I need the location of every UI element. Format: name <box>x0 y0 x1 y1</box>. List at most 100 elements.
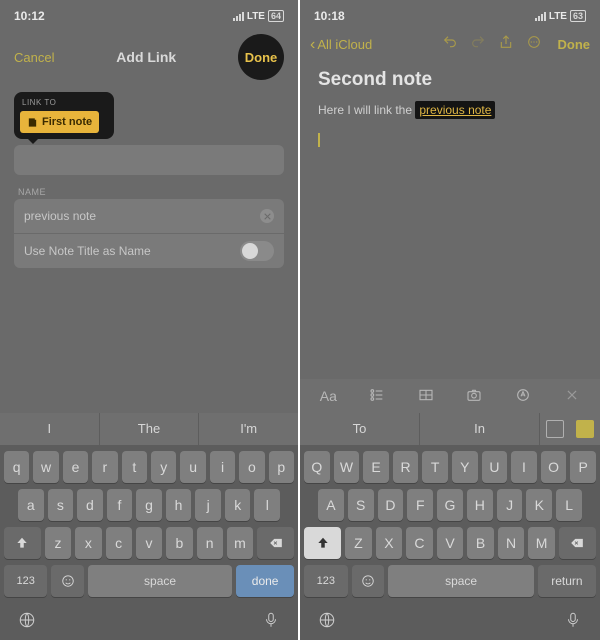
key-h[interactable]: H <box>467 489 493 521</box>
name-field-row[interactable]: previous note <box>14 199 284 233</box>
key-u[interactable]: u <box>180 451 205 483</box>
key-f[interactable]: f <box>107 489 133 521</box>
key-a[interactable]: a <box>18 489 44 521</box>
key-a[interactable]: A <box>318 489 344 521</box>
format-camera-button[interactable] <box>452 387 497 406</box>
key-s[interactable]: S <box>348 489 374 521</box>
shift-key[interactable] <box>4 527 41 559</box>
key-r[interactable]: R <box>393 451 419 483</box>
key-r[interactable]: r <box>92 451 117 483</box>
key-e[interactable]: e <box>63 451 88 483</box>
emoji-key[interactable] <box>51 565 84 597</box>
backspace-key[interactable] <box>257 527 294 559</box>
key-p[interactable]: P <box>570 451 596 483</box>
key-w[interactable]: w <box>33 451 58 483</box>
key-x[interactable]: X <box>376 527 403 559</box>
key-g[interactable]: G <box>437 489 463 521</box>
key-j[interactable]: J <box>497 489 523 521</box>
keyboard: q w e r t y u i o p a s d f g h j k l <box>0 445 298 607</box>
key-q[interactable]: Q <box>304 451 330 483</box>
key-i[interactable]: i <box>210 451 235 483</box>
key-q[interactable]: q <box>4 451 29 483</box>
key-m[interactable]: M <box>528 527 555 559</box>
shift-key[interactable] <box>304 527 341 559</box>
key-m[interactable]: m <box>227 527 253 559</box>
key-k[interactable]: K <box>526 489 552 521</box>
key-j[interactable]: j <box>195 489 221 521</box>
globe-key[interactable] <box>318 611 336 634</box>
format-close-button[interactable] <box>549 388 594 405</box>
key-e[interactable]: E <box>363 451 389 483</box>
use-title-toggle[interactable] <box>240 241 274 261</box>
globe-key[interactable] <box>18 611 36 634</box>
key-w[interactable]: W <box>334 451 360 483</box>
key-u[interactable]: U <box>482 451 508 483</box>
signal-icon <box>233 12 244 21</box>
dictation-key[interactable] <box>262 611 280 634</box>
format-text-button[interactable]: Aa <box>306 388 351 404</box>
key-l[interactable]: L <box>556 489 582 521</box>
key-y[interactable]: y <box>151 451 176 483</box>
format-checklist-button[interactable] <box>355 387 400 406</box>
note-link[interactable]: previous note <box>419 103 491 117</box>
numbers-key[interactable]: 123 <box>4 565 47 597</box>
key-k[interactable]: k <box>225 489 251 521</box>
link-to-field[interactable] <box>14 145 284 175</box>
done-button[interactable]: Done <box>558 37 591 52</box>
key-i[interactable]: I <box>511 451 537 483</box>
suggestion-2[interactable]: In <box>420 413 540 445</box>
dictation-key[interactable] <box>564 611 582 634</box>
key-d[interactable]: D <box>378 489 404 521</box>
emoji-key[interactable] <box>352 565 385 597</box>
space-key[interactable]: space <box>88 565 232 597</box>
space-key[interactable]: space <box>388 565 533 597</box>
keyboard-done-key[interactable]: done <box>236 565 294 597</box>
numbers-key[interactable]: 123 <box>304 565 348 597</box>
cancel-button[interactable]: Cancel <box>14 50 54 65</box>
format-table-button[interactable] <box>403 387 448 406</box>
key-n[interactable]: n <box>197 527 223 559</box>
backspace-key[interactable] <box>559 527 596 559</box>
key-h[interactable]: h <box>166 489 192 521</box>
undo-button[interactable] <box>440 34 460 55</box>
redo-button[interactable] <box>468 34 488 55</box>
carrier-label: LTE <box>247 11 265 22</box>
suggestion-3[interactable]: I'm <box>199 413 298 445</box>
key-v[interactable]: v <box>136 527 162 559</box>
note-body[interactable]: Here I will link the previous note <box>300 101 600 119</box>
key-z[interactable]: z <box>45 527 71 559</box>
key-y[interactable]: Y <box>452 451 478 483</box>
key-g[interactable]: g <box>136 489 162 521</box>
format-markup-button[interactable] <box>501 387 546 406</box>
key-l[interactable]: l <box>254 489 280 521</box>
suggestion-2[interactable]: The <box>100 413 200 445</box>
key-c[interactable]: C <box>406 527 433 559</box>
suggestion-1[interactable]: To <box>300 413 420 445</box>
key-b[interactable]: b <box>166 527 192 559</box>
key-c[interactable]: c <box>106 527 132 559</box>
note-title[interactable]: Second note <box>300 65 600 101</box>
done-button[interactable]: Done <box>238 34 284 80</box>
suggestion-1[interactable]: I <box>0 413 100 445</box>
key-t[interactable]: T <box>422 451 448 483</box>
key-n[interactable]: N <box>498 527 525 559</box>
key-x[interactable]: x <box>75 527 101 559</box>
key-o[interactable]: O <box>541 451 567 483</box>
share-button[interactable] <box>496 34 516 55</box>
key-d[interactable]: d <box>77 489 103 521</box>
key-p[interactable]: p <box>269 451 294 483</box>
suggestion-theme-1[interactable] <box>540 413 570 445</box>
return-key[interactable]: return <box>538 565 596 597</box>
key-z[interactable]: Z <box>345 527 372 559</box>
key-t[interactable]: t <box>122 451 147 483</box>
link-target-chip[interactable]: First note <box>20 111 99 133</box>
key-s[interactable]: s <box>48 489 74 521</box>
key-b[interactable]: B <box>467 527 494 559</box>
clear-name-button[interactable] <box>260 209 274 223</box>
suggestion-theme-2[interactable] <box>570 413 600 445</box>
back-button[interactable]: ‹ All iCloud <box>310 37 372 53</box>
key-v[interactable]: V <box>437 527 464 559</box>
key-o[interactable]: o <box>239 451 264 483</box>
more-button[interactable] <box>524 34 544 55</box>
key-f[interactable]: F <box>407 489 433 521</box>
